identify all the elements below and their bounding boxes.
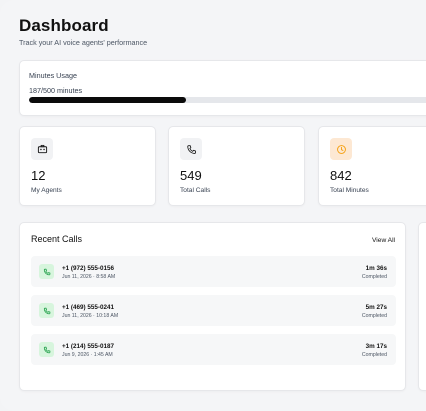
stat-card-minutes[interactable]: 842 Total Minutes (318, 126, 426, 206)
minutes-usage-progress-fill (29, 97, 186, 103)
stat-number: 549 (180, 168, 202, 183)
call-status: Completed (361, 313, 387, 319)
phone-icon (39, 342, 54, 357)
agents-icon (31, 138, 53, 160)
call-date: Jun 11, 2026 · 10:18 AM (62, 313, 119, 319)
stat-number: 842 (330, 168, 352, 183)
recent-calls-card: Recent Calls View All +1 (972) 555-0156 … (19, 222, 406, 391)
phone-icon (39, 303, 54, 318)
stat-card-agents[interactable]: 12 My Agents (19, 126, 156, 206)
clock-icon (330, 138, 352, 160)
stat-card-calls[interactable]: 549 Total Calls (168, 126, 305, 206)
call-duration: 1m 36s (365, 265, 387, 272)
side-panel-card (418, 222, 426, 391)
call-date: Jun 11, 2026 · 8:58 AM (62, 274, 116, 280)
minutes-usage-label: Minutes Usage (29, 71, 77, 80)
stat-label: My Agents (31, 187, 62, 194)
call-list-item[interactable]: +1 (214) 555-0187 Jun 9, 2026 · 1:45 AM … (31, 334, 396, 365)
call-status: Completed (361, 274, 387, 280)
stat-label: Total Calls (180, 187, 211, 194)
call-duration: 5m 27s (365, 304, 387, 311)
dashboard-page: Dashboard Track your AI voice agents' pe… (0, 0, 426, 411)
minutes-usage-progress-bar (29, 97, 426, 103)
page-title: Dashboard (19, 16, 109, 35)
minutes-usage-value: 187/500 minutes (29, 86, 83, 95)
view-all-link[interactable]: View All (372, 237, 395, 244)
recent-calls-title: Recent Calls (31, 234, 83, 244)
call-phone-number: +1 (972) 555-0156 (62, 265, 114, 272)
phone-icon (39, 264, 54, 279)
call-list-item[interactable]: +1 (972) 555-0156 Jun 11, 2026 · 8:58 AM… (31, 256, 396, 287)
call-duration: 3m 17s (365, 343, 387, 350)
stat-number: 12 (31, 168, 46, 183)
call-date: Jun 9, 2026 · 1:45 AM (62, 352, 113, 358)
call-status: Completed (361, 352, 387, 358)
call-phone-number: +1 (469) 555-0241 (62, 304, 114, 311)
call-list-item[interactable]: +1 (469) 555-0241 Jun 11, 2026 · 10:18 A… (31, 295, 396, 326)
minutes-usage-card: Minutes Usage 187/500 minutes (19, 60, 426, 116)
call-phone-number: +1 (214) 555-0187 (62, 343, 114, 350)
page-subtitle: Track your AI voice agents' performance (19, 38, 148, 47)
phone-icon (180, 138, 202, 160)
stat-label: Total Minutes (330, 187, 369, 194)
